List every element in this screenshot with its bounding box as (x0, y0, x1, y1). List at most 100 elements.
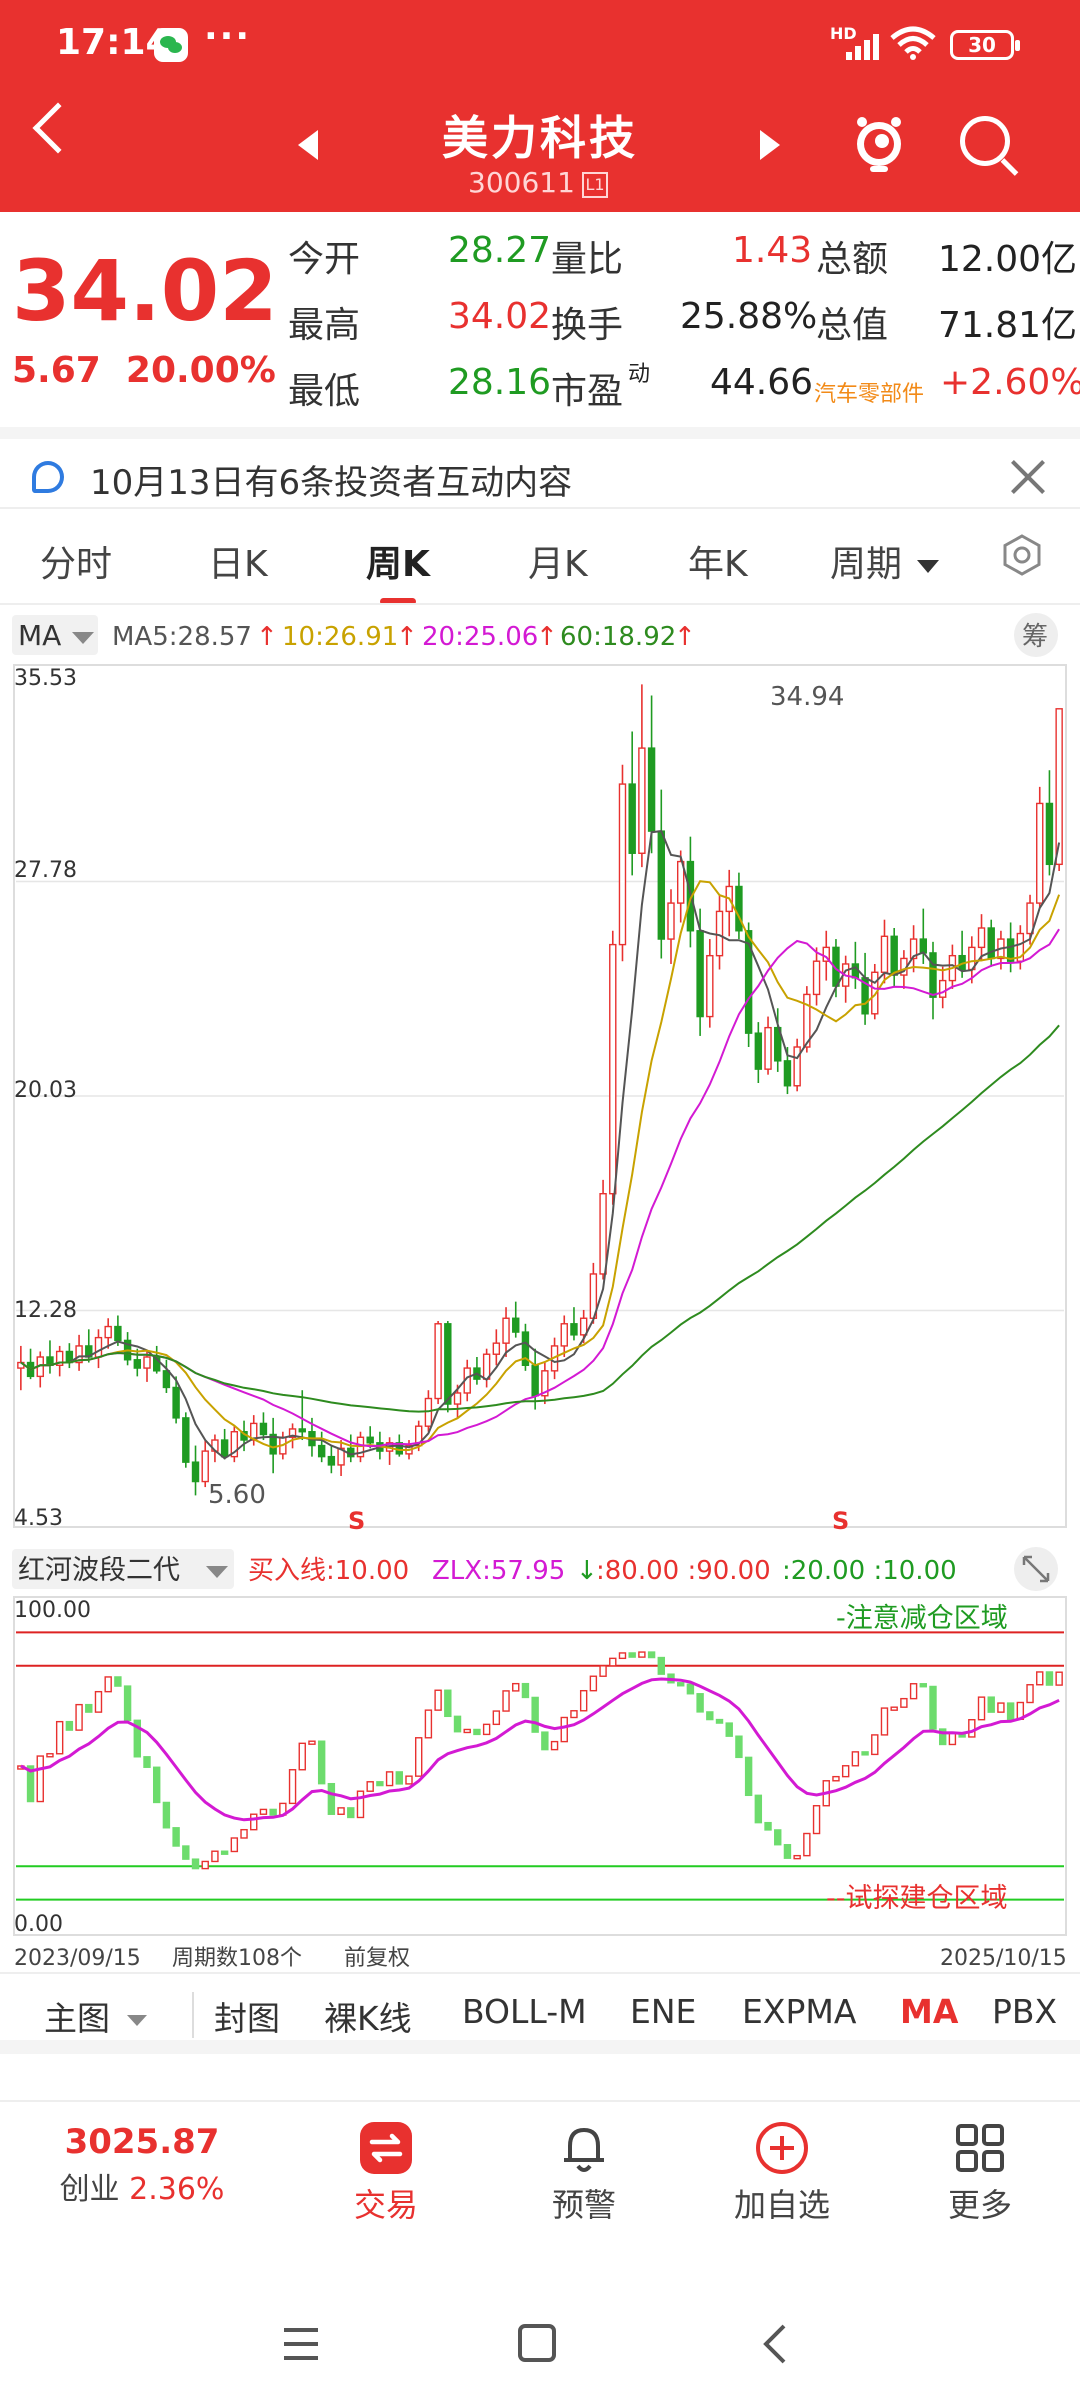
itab-ma[interactable]: MA (900, 1992, 958, 2031)
candle-down (298, 1428, 306, 1433)
indicator-bar-down (541, 1731, 549, 1751)
candle-up (434, 1323, 442, 1400)
indicator-tick-top: 100.00 (14, 1598, 91, 1623)
indicator-tick-bottom: 0.00 (14, 1912, 63, 1937)
notice-text[interactable]: 10月13日有6条投资者互动内容 (90, 455, 572, 504)
indicator-bar-up (308, 1740, 316, 1745)
indicator-bar-down (444, 1689, 452, 1718)
tab-monthly-k[interactable]: 月K (528, 535, 588, 587)
indicator-bar-down (269, 1808, 277, 1816)
indicator-bar-up (405, 1775, 413, 1785)
indicator-bar-up (414, 1737, 423, 1777)
candle-up (880, 935, 889, 973)
ma-line-ma20 (20, 928, 1060, 1448)
tab-daily-k[interactable]: 日K (208, 535, 268, 587)
indicator-bar-up (793, 1854, 801, 1860)
nav-trade-label: 交易 (353, 2186, 418, 2224)
tab-intraday[interactable]: 分时 (40, 535, 112, 587)
indicator-bar-up (463, 1728, 471, 1734)
indicator-bar-up (385, 1771, 394, 1787)
nav-alert[interactable]: 预警 (494, 2120, 674, 2226)
candle-down (628, 783, 636, 854)
stock-name: 美力科技 (442, 111, 638, 165)
indicator-bar-up (851, 1751, 860, 1767)
indicator-bar-up (618, 1652, 627, 1660)
itab-pbx[interactable]: PBX (992, 1992, 1057, 2031)
index-ticker[interactable]: 3025.87 创业 2.36% (52, 2122, 232, 2208)
indicator-bar-up (968, 1719, 976, 1738)
indicator-bar-down (220, 1850, 229, 1855)
itab-main-chart-label: 主图 (44, 1999, 110, 2038)
build-zone-label: --试探建仓区域 (826, 1883, 1008, 1914)
range-end-date: 2025/10/15 (940, 1946, 1067, 1971)
indicator-bar-down (783, 1844, 792, 1859)
nav-add-label: 加自选 (733, 2186, 830, 2224)
candle-up (706, 954, 714, 1018)
candle-down (696, 930, 704, 1018)
indicator-bar-up (589, 1675, 598, 1692)
indicator-bar-up (356, 1790, 365, 1819)
candle-up (492, 1342, 501, 1355)
indicator-bar-up (550, 1740, 559, 1751)
tab-period-dropdown[interactable]: 周期 (830, 535, 940, 587)
low-value: 28.16 (448, 362, 552, 403)
indicator-bar-down (774, 1829, 782, 1846)
assistant-mascot-icon[interactable] (852, 114, 906, 174)
itab-expma[interactable]: EXPMA (742, 1992, 856, 2031)
adjust-mode[interactable]: 前复权 (344, 1946, 410, 1971)
kline-chart[interactable]: MA MA5:28.57 ↑ 10:26.91 ↑ 20:25.06 ↑ 60:… (0, 603, 1080, 1983)
indicator-bar-down (744, 1756, 753, 1797)
indicator-bar-down (123, 1685, 132, 1722)
indicator-tabs: 主图 封图 裸K线 BOLL-M ENE EXPMA MA PBX (0, 1972, 1080, 2054)
itab-naked-k[interactable]: 裸K线 (324, 1992, 412, 2040)
indicator-bar-down (1045, 1671, 1054, 1686)
candle-down (114, 1325, 122, 1342)
ma20-up-arrow: ↑ (536, 622, 558, 652)
indicator-bar-down (453, 1715, 462, 1733)
back-nav-icon[interactable] (763, 2324, 786, 2364)
indicator-bar-up (75, 1703, 83, 1731)
candle-up (104, 1325, 112, 1339)
itab-main-chart[interactable]: 主图 (44, 1992, 147, 2040)
indicator-bar-down (347, 1807, 355, 1819)
nav-add-watchlist[interactable]: 加自选 (692, 2120, 872, 2226)
tab-yearly-k[interactable]: 年K (688, 535, 748, 587)
close-icon[interactable] (1010, 459, 1046, 495)
indicator-bar-down (715, 1718, 724, 1724)
search-icon[interactable] (960, 116, 1010, 166)
chart-settings-icon[interactable] (1000, 533, 1044, 577)
interaction-notice[interactable]: 10月13日有6条投资者互动内容 (0, 427, 1080, 507)
menu-icon[interactable] (284, 2328, 318, 2360)
candle-down (327, 1455, 336, 1466)
indicator-bar-up (909, 1683, 918, 1700)
next-stock-button[interactable] (760, 130, 780, 160)
indicator-group (16, 1631, 1064, 1901)
candle-down (162, 1370, 171, 1389)
tab-weekly-k[interactable]: 周K (366, 535, 430, 605)
indicator-bar-down (152, 1766, 161, 1804)
itab-boll-m[interactable]: BOLL-M (462, 1992, 587, 2031)
trade-icon (360, 2122, 412, 2174)
candle-down (133, 1359, 142, 1369)
indicator-bar-up (288, 1769, 297, 1805)
indicator-bar-up (890, 1706, 898, 1711)
candle-down (890, 935, 898, 976)
vol-ratio-value: 1.43 (732, 230, 813, 271)
indicator-bar-up (560, 1716, 568, 1743)
tab-period-label: 周期 (830, 544, 903, 585)
sector-name[interactable]: 汽车零部件 (814, 382, 924, 407)
nav-more[interactable]: 更多 (890, 2120, 1070, 2226)
itab-ene[interactable]: ENE (630, 1992, 696, 2031)
home-icon[interactable] (518, 2324, 556, 2362)
indicator-bar-up (599, 1665, 607, 1677)
kline-chart-svg[interactable]: MA MA5:28.57 ↑ 10:26.91 ↑ 20:25.06 ↑ 60:… (0, 605, 1080, 1975)
nav-trade[interactable]: 交易 (296, 2120, 476, 2226)
candle-down (191, 1461, 200, 1483)
indicator-bar-up (502, 1690, 510, 1712)
indicator-bar-up (46, 1753, 54, 1758)
ma5-up-arrow: ↑ (256, 622, 278, 652)
itab-seal[interactable]: 封图 (214, 1992, 280, 2040)
indicator-bar-up (259, 1808, 268, 1815)
candle-up (453, 1392, 462, 1405)
candle-down (929, 952, 937, 998)
